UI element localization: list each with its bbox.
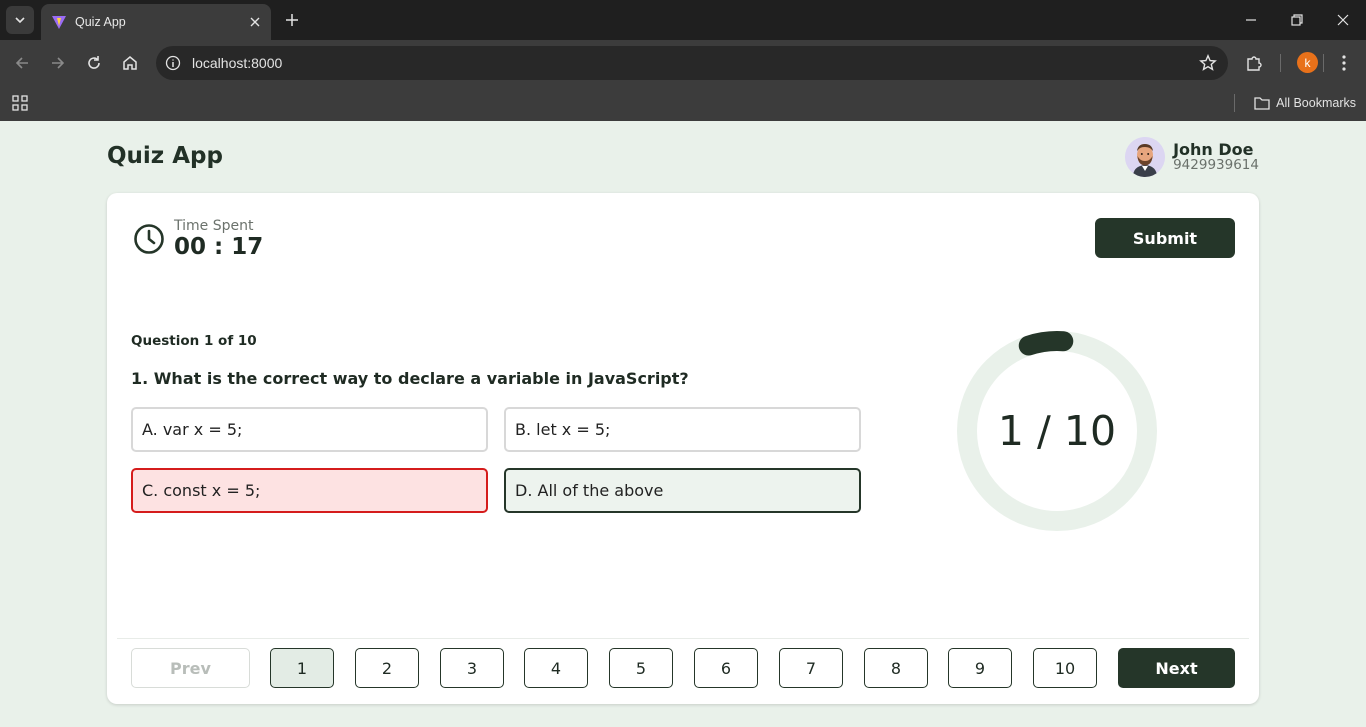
bookmarks-bar: All Bookmarks [0, 86, 1366, 121]
next-button[interactable]: Next [1118, 648, 1235, 688]
tab-title: Quiz App [75, 15, 126, 29]
page-button-8[interactable]: 8 [864, 648, 928, 688]
apps-grid-icon[interactable] [10, 93, 30, 113]
footer-divider [117, 638, 1249, 639]
toolbar-separator [1280, 54, 1281, 72]
all-bookmarks-label: All Bookmarks [1276, 96, 1356, 110]
all-bookmarks-button[interactable]: All Bookmarks [1254, 92, 1356, 114]
page-button-4[interactable]: 4 [524, 648, 588, 688]
page-button-2[interactable]: 2 [355, 648, 419, 688]
timer-value: 00 : 17 [174, 234, 264, 260]
tab-search-button[interactable] [6, 6, 34, 34]
home-icon [123, 56, 137, 70]
page-button-6[interactable]: 6 [694, 648, 758, 688]
home-button[interactable] [116, 49, 144, 77]
url-text: localhost:8000 [192, 55, 283, 71]
forward-button[interactable] [44, 49, 72, 77]
reload-button[interactable] [80, 49, 108, 77]
arrow-left-icon [15, 57, 28, 69]
page-button-5[interactable]: 5 [609, 648, 673, 688]
profile-avatar[interactable]: k [1297, 52, 1318, 73]
restore-button[interactable] [1274, 6, 1320, 34]
minimize-button[interactable] [1228, 6, 1274, 34]
submit-button[interactable]: Submit [1095, 218, 1235, 258]
vite-favicon-icon [52, 16, 66, 29]
minimize-icon [1246, 19, 1256, 21]
page-title: Quiz App [107, 143, 223, 169]
page-button-1[interactable]: 1 [270, 648, 334, 688]
avatar [1125, 137, 1166, 177]
user-name: John Doe [1173, 140, 1254, 159]
restore-icon [1291, 14, 1303, 26]
page-button-9[interactable]: 9 [948, 648, 1012, 688]
option-c[interactable]: C. const x = 5; [131, 468, 488, 513]
folder-icon [1254, 97, 1270, 110]
question-counter: Question 1 of 10 [131, 333, 257, 349]
user-phone: 9429939614 [1173, 157, 1259, 173]
question-text: 1. What is the correct way to declare a … [131, 369, 689, 388]
browser-tabbar: Quiz App [0, 0, 1366, 40]
close-window-button[interactable] [1320, 6, 1366, 34]
option-a[interactable]: A. var x = 5; [131, 407, 488, 452]
kebab-menu-icon [1342, 55, 1346, 71]
page-button-3[interactable]: 3 [440, 648, 504, 688]
progress-text: 1 / 10 [997, 407, 1117, 455]
browser-toolbar: localhost:8000 k [0, 40, 1366, 86]
back-button[interactable] [8, 49, 36, 77]
close-icon [1337, 14, 1349, 26]
clock-icon [134, 224, 164, 254]
user-profile: John Doe 9429939614 [1125, 137, 1259, 177]
progress-ring: 1 / 10 [955, 329, 1159, 533]
page-button-10[interactable]: 10 [1033, 648, 1097, 688]
browser-menu-button[interactable] [1330, 49, 1358, 77]
chevron-down-icon [15, 17, 25, 24]
prev-button[interactable]: Prev [131, 648, 250, 688]
puzzle-icon [1247, 56, 1262, 71]
page-button-7[interactable]: 7 [779, 648, 843, 688]
tab-close-icon[interactable] [245, 12, 265, 32]
reload-icon [88, 56, 100, 69]
arrow-right-icon [52, 57, 65, 69]
address-bar[interactable]: localhost:8000 [156, 46, 1228, 80]
extensions-button[interactable] [1240, 49, 1268, 77]
toolbar-separator [1323, 54, 1324, 72]
timer-label: Time Spent [174, 218, 254, 234]
quiz-card: Time Spent 00 : 17 Submit Question 1 of … [107, 193, 1259, 704]
bookmarks-separator [1234, 94, 1235, 112]
bookmark-star-icon[interactable] [1194, 49, 1222, 77]
plus-icon [286, 14, 298, 26]
timer: Time Spent 00 : 17 [132, 218, 263, 260]
site-info-icon[interactable] [162, 52, 184, 74]
option-b[interactable]: B. let x = 5; [504, 407, 861, 452]
browser-tab[interactable]: Quiz App [41, 4, 271, 40]
option-d[interactable]: D. All of the above [504, 468, 861, 513]
new-tab-button[interactable] [280, 8, 304, 32]
